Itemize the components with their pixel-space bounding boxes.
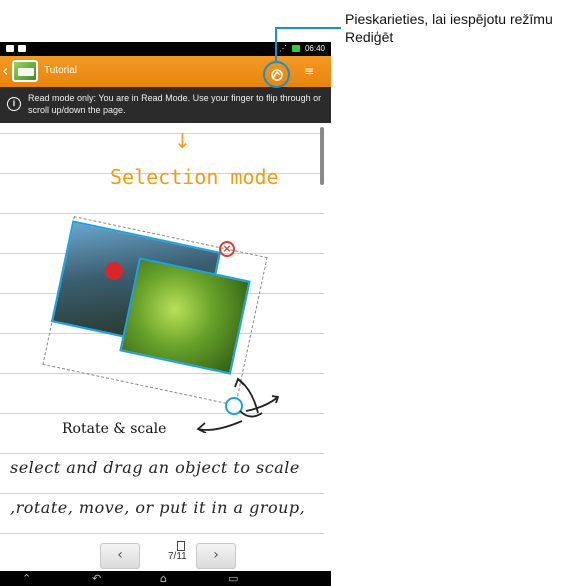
page-navigator: ‹ 7/11 › (0, 539, 331, 571)
callout-line-horizontal (275, 27, 341, 29)
next-page-button[interactable]: › (196, 543, 236, 569)
back-icon[interactable]: ‹ (2, 63, 8, 79)
page-rule (0, 493, 324, 494)
signal-icon: ⋰ (278, 44, 287, 53)
selection-mode-heading: Selection mode (110, 165, 279, 189)
nav-home-icon[interactable]: ⌂ (160, 571, 167, 586)
nav-back-icon[interactable]: ↶ (92, 571, 101, 586)
edit-mode-button[interactable] (263, 61, 290, 88)
app-title: Tutorial (44, 65, 77, 76)
menu-icon[interactable]: ≡ (304, 64, 314, 78)
handwriting-line: ,rotate, move, or put it in a group, (10, 498, 306, 517)
system-nav-bar: ⌃ ↶ ⌂ ▭ (0, 571, 331, 586)
callout-line-vertical (275, 27, 277, 62)
edit-mode-icon (271, 69, 283, 81)
handwriting-line: select and drag an object to scale (10, 458, 300, 477)
page-number: 7/11 (168, 551, 187, 562)
page-rule (0, 533, 324, 534)
scrollbar[interactable] (320, 127, 324, 185)
app-logo-icon (12, 60, 38, 82)
info-icon: i (7, 97, 21, 111)
prev-page-button[interactable]: ‹ (100, 543, 140, 569)
phone-screen: ⋰ 06:40 ‹ Tutorial ≡ i Read mode only: Y… (0, 42, 331, 586)
arrow-down-icon: ↓ (174, 129, 191, 153)
read-mode-message: Read mode only: You are in Read Mode. Us… (28, 93, 322, 115)
battery-icon (291, 45, 300, 52)
note-page[interactable]: ↓ Selection mode × Rotate & scale select… (0, 123, 331, 539)
rotate-arrows-icon (196, 377, 280, 433)
read-mode-banner: i Read mode only: You are in Read Mode. … (0, 87, 331, 123)
file-icon (18, 45, 26, 52)
callout-text: Pieskarieties, lai iespējotu režīmu Redi… (345, 11, 553, 45)
page-rule (0, 453, 324, 454)
status-bar: ⋰ 06:40 (0, 42, 331, 56)
notification-icon (6, 45, 14, 52)
page-icon (177, 541, 185, 551)
page-rule (0, 133, 324, 134)
nav-recent-icon[interactable]: ▭ (228, 571, 238, 586)
poppy-flower (103, 260, 125, 282)
rotate-scale-label: Rotate & scale (62, 421, 167, 437)
close-icon[interactable]: × (219, 241, 235, 257)
nav-collapse-icon[interactable]: ⌃ (22, 571, 31, 586)
clock: 06:40 (304, 44, 325, 53)
page-rule (0, 213, 324, 214)
